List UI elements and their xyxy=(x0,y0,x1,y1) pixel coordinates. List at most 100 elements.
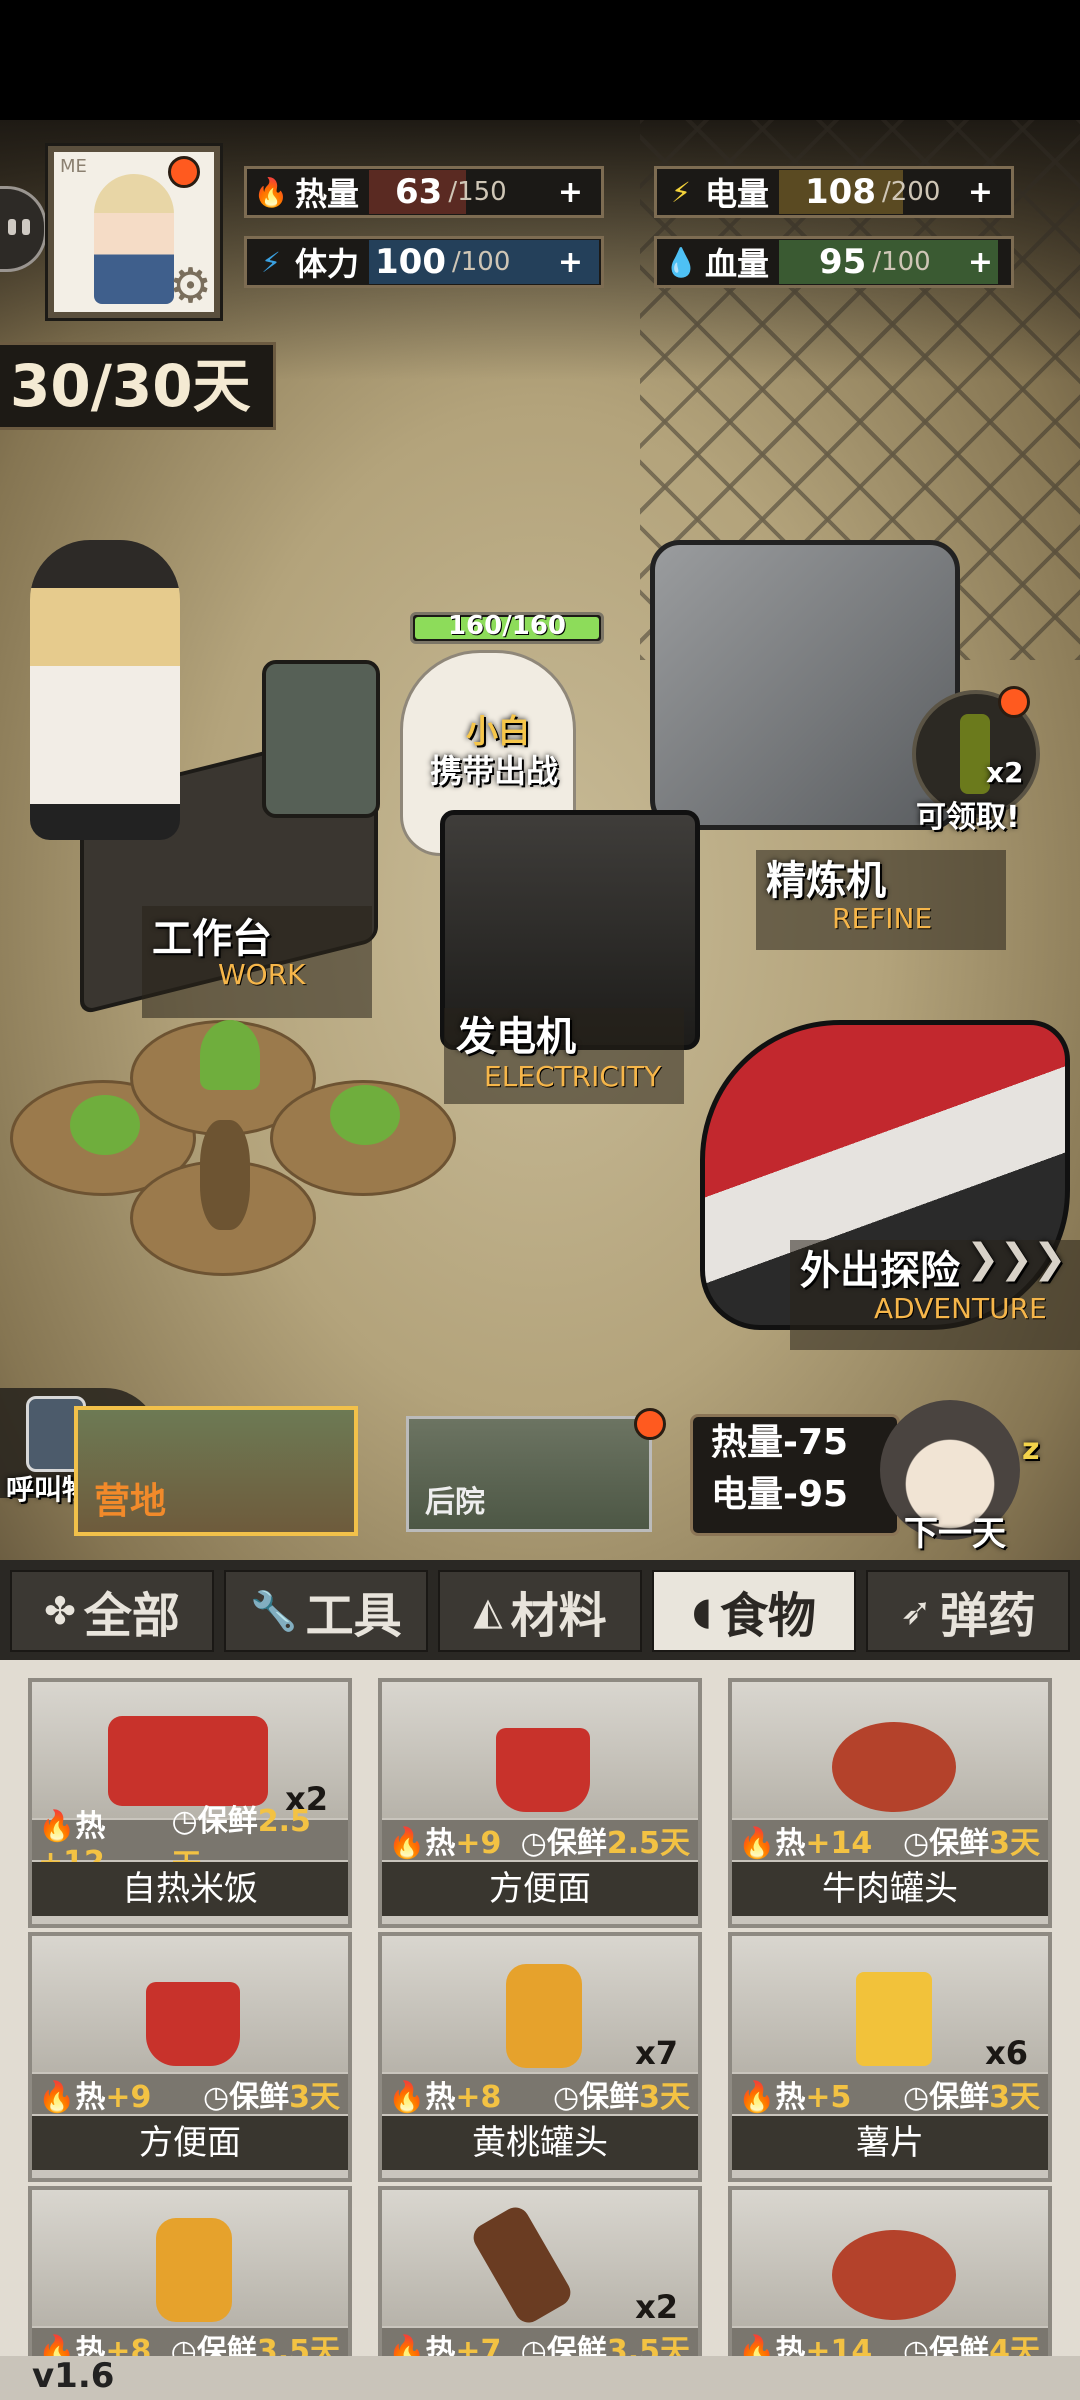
adventure-label[interactable]: 外出探险 xyxy=(800,1238,960,1296)
stat-heat-label: 热量 xyxy=(295,175,360,213)
stat-energy-value: 100 xyxy=(375,242,446,282)
item-art xyxy=(32,2190,348,2326)
refinery-sublabel: REFINE xyxy=(832,902,933,935)
wrench-icon: 🔧 xyxy=(250,1588,298,1633)
item-card[interactable]: 🔥热+9 ◷保鲜2.5天 方便面 xyxy=(378,1678,702,1928)
item-name: 薯片 xyxy=(732,2116,1048,2170)
item-card[interactable]: x2 🔥热+7 ◷保鲜3.5天 xyxy=(378,2186,702,2356)
tab-ammo[interactable]: ➶ 弹药 xyxy=(866,1570,1070,1652)
claim-count: x2 xyxy=(986,756,1024,789)
fresh-stat: ◷保鲜3天 xyxy=(202,2080,340,2115)
stat-heat-max: /150 xyxy=(448,177,507,207)
area-camp-button[interactable]: 营地 xyxy=(74,1406,358,1536)
item-art xyxy=(32,1936,348,2072)
tab-all[interactable]: ✤ 全部 xyxy=(10,1570,214,1652)
rice-box-icon xyxy=(108,1716,268,1806)
area-backyard-button[interactable]: 后院 xyxy=(406,1416,652,1532)
next-day-cost-panel: 热量-75 电量-95 xyxy=(690,1414,900,1536)
heat-stat: 🔥热+8 xyxy=(38,2334,152,2356)
stat-health-bar: 95 /100 + xyxy=(779,240,1009,284)
pet-hp-bar: 160/160 xyxy=(410,611,604,644)
stat-energy-bar: 100 /100 + xyxy=(369,240,599,284)
fresh-stat: ◷保鲜3天 xyxy=(902,2080,1040,2115)
avatar-notification-dot xyxy=(168,156,200,188)
heat-stat: 🔥热+7 xyxy=(388,2334,502,2356)
stat-energy-max: /100 xyxy=(451,247,511,277)
plant-sprout xyxy=(70,1095,140,1155)
item-count: x6 xyxy=(985,2034,1028,2072)
item-card[interactable]: 🔥热+14 ◷保鲜4天 xyxy=(728,2186,1052,2356)
stat-heat-add-button[interactable]: + xyxy=(558,175,583,210)
item-card[interactable]: x7 🔥热+8 ◷保鲜3天 黄桃罐头 xyxy=(378,1932,702,2182)
tab-food-label: 食物 xyxy=(720,1588,817,1644)
generator-label[interactable]: 发电机 xyxy=(456,1004,576,1062)
item-name: 自热米饭 xyxy=(32,1862,348,1916)
item-name: 牛肉罐头 xyxy=(732,1862,1048,1916)
gear-icon[interactable]: ⚙ xyxy=(169,262,212,310)
day-counter: 30/30天 xyxy=(0,342,276,430)
item-name: 方便面 xyxy=(382,1862,698,1916)
pet-hp-text: 160/160 xyxy=(447,611,567,641)
adventure-sublabel: ADVENTURE xyxy=(874,1292,1047,1325)
workbench-board xyxy=(262,660,380,818)
chips-bag-icon xyxy=(856,1972,932,2066)
tab-tools[interactable]: 🔧 工具 xyxy=(224,1570,428,1652)
peach-jar-icon xyxy=(506,1964,582,2068)
item-name: 方便面 xyxy=(32,2116,348,2170)
bullet-icon: ➶ xyxy=(900,1589,932,1633)
stat-heat-value: 63 xyxy=(395,172,443,212)
fresh-stat: ◷保鲜3.5天 xyxy=(520,2334,690,2356)
item-stats: 🔥热+7 ◷保鲜3.5天 xyxy=(382,2328,698,2356)
beef-can-icon xyxy=(832,1722,956,1812)
stat-power-add-button[interactable]: + xyxy=(968,175,993,210)
battery-icon: ⚡ xyxy=(671,175,691,209)
next-day-heat-cost: 热量-75 xyxy=(711,1422,849,1463)
refinery-machine[interactable] xyxy=(650,540,960,830)
fresh-stat: ◷保鲜4天 xyxy=(902,2334,1040,2356)
item-name: 黄桃罐头 xyxy=(382,2116,698,2170)
refinery-label[interactable]: 精炼机 xyxy=(766,848,886,906)
heat-stat: 🔥热+9 xyxy=(38,2080,152,2115)
claim-label[interactable]: 可领取! xyxy=(916,792,1020,836)
fresh-stat: ◷保鲜3天 xyxy=(552,2080,690,2115)
area-camp-label: 营地 xyxy=(94,1481,167,1522)
item-count: x2 xyxy=(635,2288,678,2326)
plant-withered xyxy=(200,1120,250,1230)
item-card[interactable]: 🔥热+14 ◷保鲜3天 牛肉罐头 xyxy=(728,1678,1052,1928)
workbench-label[interactable]: 工作台 xyxy=(152,906,272,964)
item-card[interactable]: 🔥热+9 ◷保鲜3天 方便面 xyxy=(28,1932,352,2182)
item-card[interactable]: 🔥热+8 ◷保鲜3.5天 xyxy=(28,2186,352,2356)
tab-food[interactable]: ◖ 食物 xyxy=(652,1570,856,1652)
fresh-stat: ◷保鲜3.5天 xyxy=(170,2334,340,2356)
fresh-stat: ◷保鲜2.5天 xyxy=(520,1826,690,1861)
tab-materials[interactable]: ◭ 材料 xyxy=(438,1570,642,1652)
peach-jar-icon xyxy=(156,2218,232,2322)
stat-energy-add-button[interactable]: + xyxy=(558,245,583,280)
all-icon: ✤ xyxy=(44,1589,76,1633)
category-tabs: ✤ 全部 🔧 工具 ◭ 材料 ◖ 食物 ➶ 弹药 xyxy=(0,1560,1080,1660)
next-day-button[interactable]: 下一天 xyxy=(904,1506,1006,1555)
pet-action[interactable]: 携带出战 xyxy=(430,746,558,792)
item-count: x7 xyxy=(635,2034,678,2072)
meat-icon: ◖ xyxy=(691,1589,712,1633)
camp-scene: 工作台 WORK 160/160 小白 携带出战 精炼机 REFINE x2 可… xyxy=(0,120,1080,1560)
item-stats: 🔥热+9 ◷保鲜3天 xyxy=(32,2074,348,2115)
noodle-cup-icon xyxy=(496,1728,590,1812)
item-stats: 🔥热+8 ◷保鲜3天 xyxy=(382,2074,698,2115)
adventure-arrows-icon: ❯❯❯ xyxy=(966,1236,1067,1282)
item-card[interactable]: x2 🔥热+12◷保鲜2.5天 自热米饭 xyxy=(28,1678,352,1928)
item-card[interactable]: x6 🔥热+5 ◷保鲜3天 薯片 xyxy=(728,1932,1052,2182)
item-stats: 🔥热+12◷保鲜2.5天 xyxy=(32,1804,348,1883)
heat-stat: 🔥热+9 xyxy=(388,1826,502,1861)
sleep-z-icon: z xyxy=(1022,1432,1040,1467)
workbench-sublabel: WORK xyxy=(218,958,306,991)
noodle-cup-icon xyxy=(146,1982,240,2066)
stat-energy-label: 体力 xyxy=(295,245,360,283)
area-backyard-label: 后院 xyxy=(425,1485,485,1520)
heat-stat: 🔥热+5 xyxy=(738,2080,852,2115)
survivor-character[interactable] xyxy=(30,540,180,840)
item-art xyxy=(732,2190,1048,2326)
stat-health-add-button[interactable]: + xyxy=(968,245,993,280)
materials-icon: ◭ xyxy=(473,1589,503,1633)
tab-materials-label: 材料 xyxy=(510,1588,607,1644)
